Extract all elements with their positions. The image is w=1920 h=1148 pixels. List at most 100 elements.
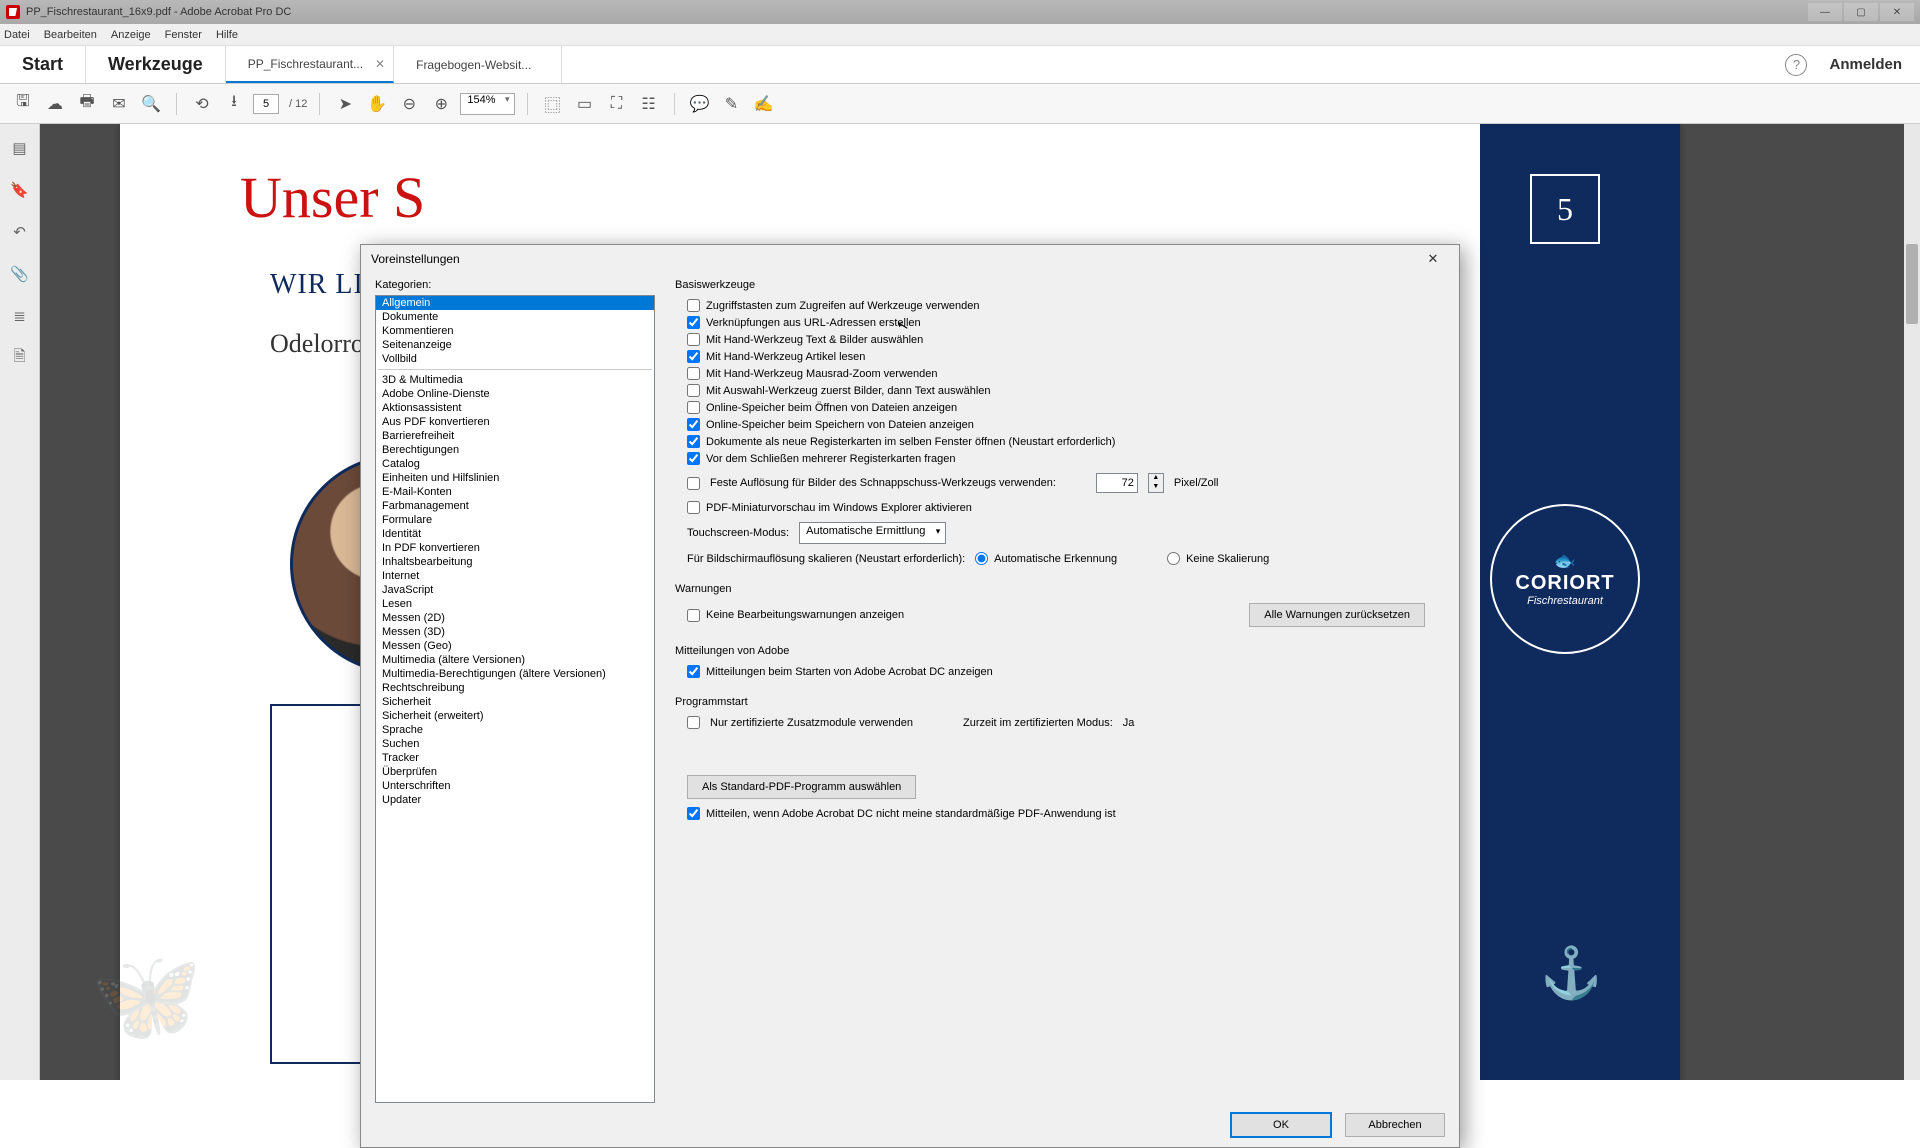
category-item[interactable]: Internet	[376, 569, 654, 583]
category-item[interactable]: Sicherheit	[376, 695, 654, 709]
category-item[interactable]: Berechtigungen	[376, 443, 654, 457]
chk-adobe-msg[interactable]	[687, 665, 700, 678]
read-icon[interactable]: ☷	[636, 91, 662, 117]
category-item[interactable]: Lesen	[376, 597, 654, 611]
cancel-button[interactable]: Abbrechen	[1345, 1113, 1445, 1137]
category-item[interactable]: Sprache	[376, 723, 654, 737]
window-minimize[interactable]: —	[1808, 3, 1842, 21]
highlight-icon[interactable]: ✎	[719, 91, 745, 117]
categories-list[interactable]: AllgemeinDokumenteKommentierenSeitenanze…	[375, 295, 655, 1103]
category-item[interactable]: Unterschriften	[376, 779, 654, 793]
fullscreen-icon[interactable]: ⛶	[604, 91, 630, 117]
category-item[interactable]: 3D & Multimedia	[376, 373, 654, 387]
chk-hand-text[interactable]	[687, 333, 700, 346]
radio-scale-none[interactable]	[1167, 552, 1180, 565]
menu-hilfe[interactable]: Hilfe	[216, 29, 238, 41]
category-item[interactable]: JavaScript	[376, 583, 654, 597]
chk-thumb-explorer[interactable]	[687, 501, 700, 514]
menu-anzeige[interactable]: Anzeige	[111, 29, 151, 41]
fit-width-icon[interactable]: ⿴	[540, 91, 566, 117]
category-item[interactable]: Einheiten und Hilfslinien	[376, 471, 654, 485]
category-item[interactable]: Inhaltsbearbeitung	[376, 555, 654, 569]
tab-werkzeuge[interactable]: Werkzeuge	[86, 46, 226, 83]
category-item[interactable]: Messen (Geo)	[376, 639, 654, 653]
page-up-icon[interactable]: ⟲	[189, 91, 215, 117]
category-item[interactable]: E-Mail-Konten	[376, 485, 654, 499]
cloud-icon[interactable]: ☁	[42, 91, 68, 117]
category-item[interactable]: Updater	[376, 793, 654, 807]
chk-not-default[interactable]	[687, 807, 700, 820]
category-item[interactable]: In PDF konvertieren	[376, 541, 654, 555]
window-close[interactable]: ✕	[1880, 3, 1914, 21]
chk-select-img[interactable]	[687, 384, 700, 397]
comment-icon[interactable]: 💬	[687, 91, 713, 117]
ok-button[interactable]: OK	[1231, 1113, 1331, 1137]
tab-doc2[interactable]: Fragebogen-Websit...	[394, 46, 562, 83]
mail-icon[interactable]: ✉	[106, 91, 132, 117]
category-item[interactable]: Catalog	[376, 457, 654, 471]
chk-url-links-label: Verknüpfungen aus URL-Adressen erstellen	[706, 317, 921, 329]
chk-snapshot-res[interactable]	[687, 477, 700, 490]
category-item[interactable]: Allgemein	[376, 296, 654, 310]
chk-online-save[interactable]	[687, 418, 700, 431]
category-item[interactable]: Tracker	[376, 751, 654, 765]
menu-fenster[interactable]: Fenster	[165, 29, 202, 41]
category-item[interactable]: Seitenanzeige	[376, 338, 654, 352]
default-pdf-button[interactable]: Als Standard-PDF-Programm auswählen	[687, 775, 916, 799]
touch-mode-select[interactable]: Automatische Ermittlung	[799, 522, 946, 544]
fit-page-icon[interactable]: ▭	[572, 91, 598, 117]
menu-datei[interactable]: Datei	[4, 29, 30, 41]
search-icon[interactable]: 🔍	[138, 91, 164, 117]
category-item[interactable]: Multimedia-Berechtigungen (ältere Versio…	[376, 667, 654, 681]
category-item[interactable]: Multimedia (ältere Versionen)	[376, 653, 654, 667]
chk-cert-plugins[interactable]	[687, 716, 700, 729]
category-item[interactable]: Barrierefreiheit	[376, 429, 654, 443]
reset-warnings-button[interactable]: Alle Warnungen zurücksetzen	[1249, 603, 1425, 627]
category-item[interactable]: Rechtschreibung	[376, 681, 654, 695]
sign-icon[interactable]: ✍	[751, 91, 777, 117]
dialog-close-icon[interactable]: ✕	[1417, 249, 1449, 269]
chk-url-links[interactable]	[687, 316, 700, 329]
category-item[interactable]: Formulare	[376, 513, 654, 527]
category-item[interactable]: Dokumente	[376, 310, 654, 324]
tab-start[interactable]: Start	[0, 46, 86, 83]
signin-link[interactable]: Anmelden	[1829, 56, 1902, 73]
chk-close-ask[interactable]	[687, 452, 700, 465]
save-icon[interactable]: 🖫	[10, 91, 36, 117]
category-item[interactable]: Suchen	[376, 737, 654, 751]
zoom-in-icon[interactable]: ⊕	[428, 91, 454, 117]
help-icon[interactable]: ?	[1785, 54, 1807, 76]
category-item[interactable]: Aus PDF konvertieren	[376, 415, 654, 429]
snapshot-spinner[interactable]: ▲▼	[1148, 473, 1164, 493]
print-icon[interactable]: 🖶	[74, 91, 100, 117]
category-item[interactable]: Identität	[376, 527, 654, 541]
chk-no-warn[interactable]	[687, 609, 700, 622]
page-down-icon[interactable]: ⭳	[221, 91, 247, 117]
tab-doc1[interactable]: PP_Fischrestaurant... ✕	[226, 46, 394, 83]
tab-doc1-close-icon[interactable]: ✕	[375, 57, 385, 71]
chk-accesskeys[interactable]	[687, 299, 700, 312]
page-number-input[interactable]	[253, 94, 279, 114]
chk-online-open[interactable]	[687, 401, 700, 414]
pointer-icon[interactable]: ➤	[332, 91, 358, 117]
category-item[interactable]: Messen (2D)	[376, 611, 654, 625]
category-item[interactable]: Sicherheit (erweitert)	[376, 709, 654, 723]
snapshot-res-input[interactable]	[1096, 473, 1138, 493]
zoom-out-icon[interactable]: ⊖	[396, 91, 422, 117]
menu-bearbeiten[interactable]: Bearbeiten	[44, 29, 97, 41]
category-item[interactable]: Überprüfen	[376, 765, 654, 779]
chk-tabs-same[interactable]	[687, 435, 700, 448]
hand-icon[interactable]: ✋	[364, 91, 390, 117]
chk-hand-article[interactable]	[687, 350, 700, 363]
window-maximize[interactable]: ▢	[1844, 3, 1878, 21]
chk-hand-wheel[interactable]	[687, 367, 700, 380]
category-item[interactable]: Messen (3D)	[376, 625, 654, 639]
radio-scale-auto[interactable]	[975, 552, 988, 565]
category-item[interactable]: Kommentieren	[376, 324, 654, 338]
category-item[interactable]: Adobe Online-Dienste	[376, 387, 654, 401]
category-item[interactable]: Aktionsassistent	[376, 401, 654, 415]
category-item[interactable]: Vollbild	[376, 352, 654, 366]
zoom-select[interactable]: 154%	[460, 93, 514, 115]
category-item[interactable]: Farbmanagement	[376, 499, 654, 513]
chk-not-default-label: Mitteilen, wenn Adobe Acrobat DC nicht m…	[706, 808, 1116, 820]
